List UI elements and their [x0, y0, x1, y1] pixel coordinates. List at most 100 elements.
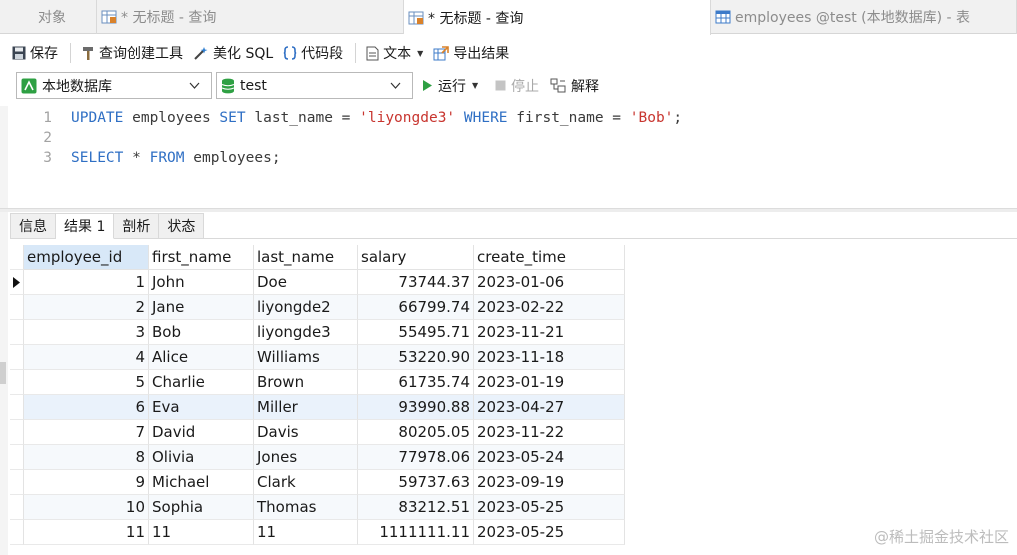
- table-row[interactable]: 7 David Davis 80205.05 2023-11-22: [10, 420, 625, 445]
- table-cell[interactable]: 2023-05-25: [474, 495, 625, 520]
- table-row[interactable]: 9 Michael Clark 59737.63 2023-09-19: [10, 470, 625, 495]
- table-cell[interactable]: 59737.63: [358, 470, 474, 495]
- save-button[interactable]: 保存: [8, 40, 64, 66]
- table-cell[interactable]: 2023-02-22: [474, 295, 625, 320]
- row-marker[interactable]: [10, 295, 24, 320]
- tab-employees-table[interactable]: employees @test (本地数据库) - 表: [711, 0, 1017, 34]
- table-cell[interactable]: 55495.71: [358, 320, 474, 345]
- column-header-employee-id[interactable]: employee_id: [24, 245, 149, 270]
- tab-objects[interactable]: 对象: [0, 0, 97, 34]
- table-cell[interactable]: liyongde2: [254, 295, 358, 320]
- tab-status[interactable]: 状态: [159, 213, 205, 239]
- table-row[interactable]: 11 11 11 1111111.11 2023-05-25: [10, 520, 625, 545]
- panel-resize-grip[interactable]: [0, 362, 6, 384]
- column-header-last-name[interactable]: last_name: [254, 245, 358, 270]
- table-cell[interactable]: 1: [24, 270, 149, 295]
- table-cell[interactable]: Michael: [149, 470, 254, 495]
- tab-untitled-query-1[interactable]: * 无标题 - 查询: [97, 0, 404, 34]
- table-cell[interactable]: Clark: [254, 470, 358, 495]
- table-row[interactable]: 2 Jane liyongde2 66799.74 2023-02-22: [10, 295, 625, 320]
- row-marker[interactable]: [10, 445, 24, 470]
- table-cell[interactable]: 11: [24, 520, 149, 545]
- table-cell[interactable]: 61735.74: [358, 370, 474, 395]
- table-cell[interactable]: Doe: [254, 270, 358, 295]
- table-cell[interactable]: Sophia: [149, 495, 254, 520]
- table-cell[interactable]: Charlie: [149, 370, 254, 395]
- table-cell[interactable]: Brown: [254, 370, 358, 395]
- table-cell[interactable]: 2023-11-18: [474, 345, 625, 370]
- table-row[interactable]: 5 Charlie Brown 61735.74 2023-01-19: [10, 370, 625, 395]
- table-row[interactable]: 1 John Doe 73744.37 2023-01-06: [10, 270, 625, 295]
- table-cell[interactable]: Jones: [254, 445, 358, 470]
- table-cell[interactable]: 80205.05: [358, 420, 474, 445]
- export-results-button[interactable]: 导出结果: [429, 40, 515, 66]
- table-cell[interactable]: Olivia: [149, 445, 254, 470]
- tab-info[interactable]: 信息: [10, 213, 56, 239]
- table-cell[interactable]: 10: [24, 495, 149, 520]
- table-cell[interactable]: 83212.51: [358, 495, 474, 520]
- table-cell[interactable]: Jane: [149, 295, 254, 320]
- table-cell[interactable]: 1111111.11: [358, 520, 474, 545]
- row-marker[interactable]: [10, 495, 24, 520]
- tab-result-1[interactable]: 结果 1: [56, 213, 115, 239]
- row-marker[interactable]: [10, 270, 24, 295]
- table-cell[interactable]: Davis: [254, 420, 358, 445]
- table-row[interactable]: 6 Eva Miller 93990.88 2023-04-27: [10, 395, 625, 420]
- table-row[interactable]: 4 Alice Williams 53220.90 2023-11-18: [10, 345, 625, 370]
- table-cell[interactable]: 2023-01-19: [474, 370, 625, 395]
- code-snippet-button[interactable]: 代码段: [279, 40, 349, 66]
- table-cell[interactable]: Bob: [149, 320, 254, 345]
- beautify-sql-button[interactable]: 美化 SQL: [189, 40, 279, 66]
- row-marker[interactable]: [10, 420, 24, 445]
- table-cell[interactable]: Eva: [149, 395, 254, 420]
- table-cell[interactable]: David: [149, 420, 254, 445]
- table-cell[interactable]: 9: [24, 470, 149, 495]
- table-cell[interactable]: 11: [149, 520, 254, 545]
- explain-button[interactable]: 解释: [550, 72, 599, 99]
- table-cell[interactable]: 77978.06: [358, 445, 474, 470]
- row-marker[interactable]: [10, 395, 24, 420]
- column-header-create-time[interactable]: create_time: [474, 245, 625, 270]
- table-cell[interactable]: 93990.88: [358, 395, 474, 420]
- table-row[interactable]: 3 Bob liyongde3 55495.71 2023-11-21: [10, 320, 625, 345]
- table-cell[interactable]: 2023-11-21: [474, 320, 625, 345]
- text-format-dropdown[interactable]: 文本 ▼: [362, 40, 429, 66]
- table-cell[interactable]: John: [149, 270, 254, 295]
- table-cell[interactable]: Alice: [149, 345, 254, 370]
- tab-profile[interactable]: 剖析: [114, 213, 160, 239]
- table-cell[interactable]: Miller: [254, 395, 358, 420]
- table-cell[interactable]: 2023-05-25: [474, 520, 625, 545]
- sql-editor[interactable]: 1 UPDATE employees SET last_name = 'liyo…: [10, 106, 1017, 208]
- table-cell[interactable]: 2023-11-22: [474, 420, 625, 445]
- table-cell[interactable]: 2023-09-19: [474, 470, 625, 495]
- tab-untitled-query-2[interactable]: * 无标题 - 查询: [404, 0, 711, 35]
- column-header-first-name[interactable]: first_name: [149, 245, 254, 270]
- query-builder-button[interactable]: 查询创建工具: [77, 40, 189, 66]
- table-row[interactable]: 10 Sophia Thomas 83212.51 2023-05-25: [10, 495, 625, 520]
- table-cell[interactable]: 2023-01-06: [474, 270, 625, 295]
- database-select[interactable]: test: [216, 72, 413, 99]
- table-row[interactable]: 8 Olivia Jones 77978.06 2023-05-24: [10, 445, 625, 470]
- stop-button[interactable]: 停止: [495, 72, 539, 99]
- editor-results-splitter[interactable]: [0, 208, 1017, 212]
- column-header-salary[interactable]: salary: [358, 245, 474, 270]
- table-cell[interactable]: 66799.74: [358, 295, 474, 320]
- run-button[interactable]: 运行 ▼: [422, 72, 478, 99]
- table-cell[interactable]: liyongde3: [254, 320, 358, 345]
- row-marker[interactable]: [10, 320, 24, 345]
- connection-select[interactable]: 本地数据库: [16, 72, 212, 99]
- table-cell[interactable]: 5: [24, 370, 149, 395]
- table-cell[interactable]: 4: [24, 345, 149, 370]
- table-cell[interactable]: 2023-04-27: [474, 395, 625, 420]
- table-cell[interactable]: 2023-05-24: [474, 445, 625, 470]
- table-cell[interactable]: 11: [254, 520, 358, 545]
- table-cell[interactable]: 53220.90: [358, 345, 474, 370]
- table-cell[interactable]: 73744.37: [358, 270, 474, 295]
- table-cell[interactable]: 6: [24, 395, 149, 420]
- row-marker[interactable]: [10, 520, 24, 545]
- row-marker[interactable]: [10, 345, 24, 370]
- table-cell[interactable]: 3: [24, 320, 149, 345]
- row-marker[interactable]: [10, 470, 24, 495]
- table-cell[interactable]: 8: [24, 445, 149, 470]
- table-cell[interactable]: 7: [24, 420, 149, 445]
